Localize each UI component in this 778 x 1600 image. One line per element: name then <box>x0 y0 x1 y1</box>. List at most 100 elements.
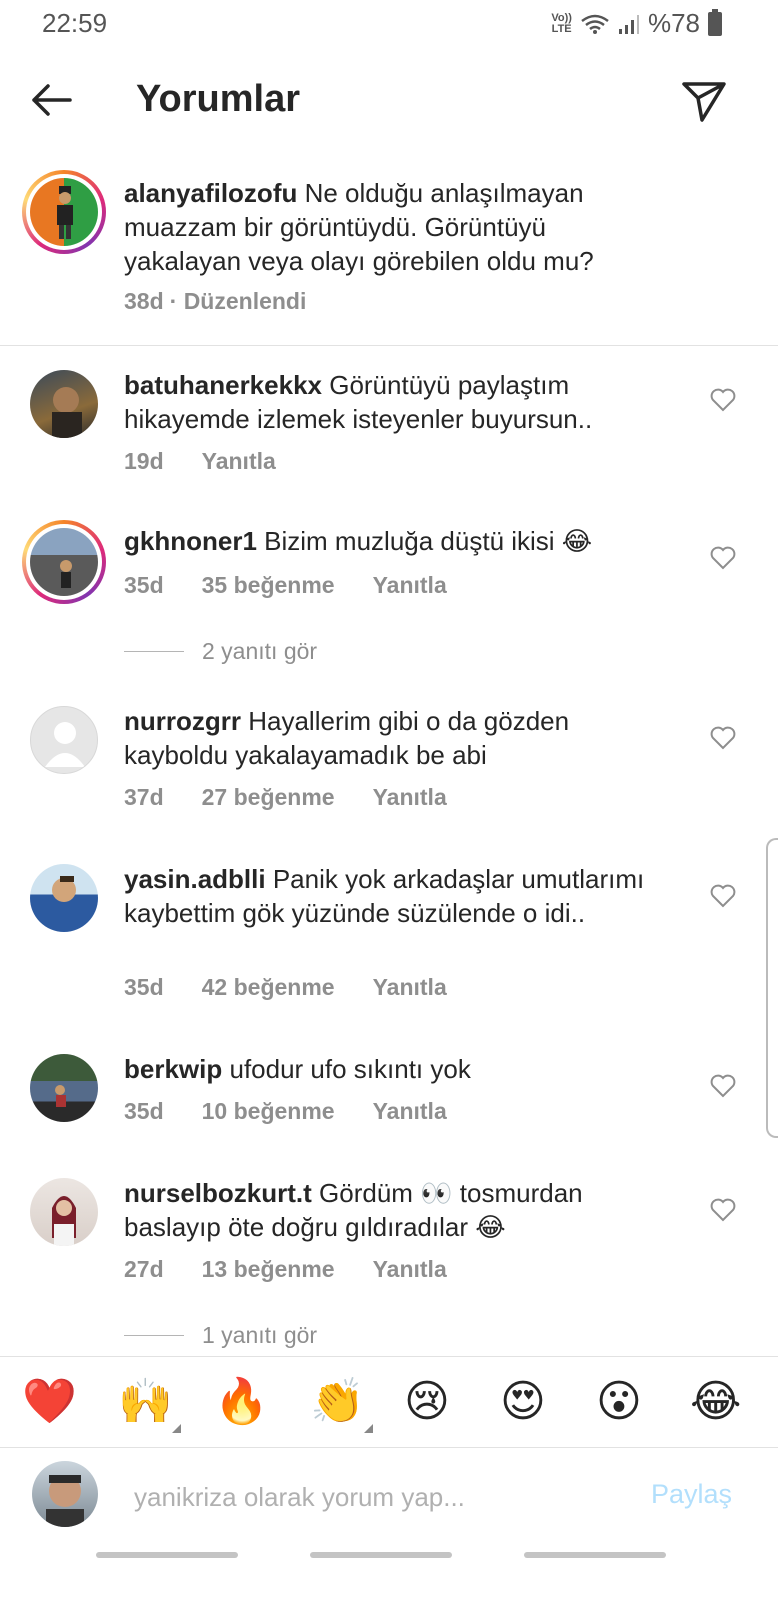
comment-body: Bizim muzluğa düştü ikisi 😂 <box>264 526 593 556</box>
nav-home-button[interactable] <box>310 1552 452 1558</box>
emoji-raised-hands-glyph: 🙌 <box>118 1376 173 1427</box>
battery-icon <box>708 8 722 36</box>
view-replies-button[interactable]: 2 yanıtı gör <box>124 638 317 665</box>
heart-icon[interactable] <box>710 1074 736 1098</box>
reply-button[interactable]: Yanıtla <box>373 572 447 599</box>
caption-edited: · Düzenlendi <box>169 288 307 314</box>
avatar[interactable] <box>30 370 98 438</box>
reply-button[interactable]: Yanıtla <box>373 1098 447 1125</box>
comment-text: berkwip ufodur ufo sıkıntı yok <box>124 1052 678 1086</box>
comment-text: yasin.adblli Panik yok arkadaşlar umutla… <box>124 862 678 930</box>
emoji-clapping[interactable]: 👏 <box>310 1376 373 1433</box>
divider-line <box>124 1335 184 1336</box>
comment-meta: 35d 10 beğenme Yanıtla <box>124 1098 447 1125</box>
like-count[interactable]: 42 beğenme <box>202 974 335 1001</box>
avatar[interactable] <box>30 1054 98 1122</box>
reply-button[interactable]: Yanıtla <box>373 784 447 811</box>
avatar-image <box>52 876 76 902</box>
like-count[interactable]: 10 beğenme <box>202 1098 335 1125</box>
comment-time: 35d <box>124 572 164 598</box>
comment-time: 35d <box>124 1098 164 1124</box>
avatar-image <box>57 186 73 239</box>
view-replies-label: 1 yanıtı gör <box>202 1322 318 1348</box>
comment-body: ufodur ufo sıkıntı yok <box>229 1054 471 1084</box>
post-caption: alanyafilozofu Ne olduğu anlaşılmayan mu… <box>0 170 778 346</box>
comment-text: gkhnoner1 Bizim muzluğa düştü ikisi 😂 <box>124 524 678 558</box>
emoji-quick-bar: ❤️ 🙌 🔥 👏 😢 😍 😮 😂 <box>0 1356 778 1448</box>
system-nav-bar <box>0 1550 778 1600</box>
avatar-image <box>60 560 72 588</box>
reply-button[interactable]: Yanıtla <box>202 448 276 475</box>
avatar-image <box>52 387 82 438</box>
wifi-icon <box>581 14 609 34</box>
paper-plane-icon[interactable] <box>680 76 728 124</box>
heart-icon[interactable] <box>710 388 736 412</box>
share-button[interactable]: Paylaş <box>651 1479 732 1510</box>
reply-button[interactable]: Yanıtla <box>373 1256 447 1283</box>
avatar-image <box>46 1475 84 1527</box>
comment-username[interactable]: nurrozgrr <box>124 706 241 736</box>
emoji-surprised[interactable]: 😮 <box>596 1377 642 1427</box>
skin-tone-indicator <box>171 1424 181 1433</box>
comment-username[interactable]: yasin.adblli <box>124 864 266 894</box>
comment-text: nurselbozkurt.t Gördüm 👀 tosmurdan basla… <box>124 1176 678 1244</box>
avatar[interactable] <box>22 520 106 604</box>
comment-time: 19d <box>124 448 164 474</box>
heart-icon[interactable] <box>710 546 736 570</box>
nav-back-button[interactable] <box>96 1552 238 1558</box>
view-replies-button[interactable]: 1 yanıtı gör <box>124 1322 317 1349</box>
emoji-raised-hands[interactable]: 🙌 <box>118 1376 181 1433</box>
comment-meta: 35d 42 beğenme Yanıtla <box>124 974 447 1001</box>
heart-icon[interactable] <box>710 1198 736 1222</box>
caption-username[interactable]: alanyafilozofu <box>124 178 297 208</box>
comment-meta: 37d 27 beğenme Yanıtla <box>124 784 447 811</box>
status-bar: 22:59 Vo)) LTE %78 <box>0 0 778 46</box>
comment-username[interactable]: berkwip <box>124 1054 222 1084</box>
nav-recents-button[interactable] <box>524 1552 666 1558</box>
caption-avatar[interactable] <box>22 170 106 254</box>
battery-percent: %78 <box>647 8 700 38</box>
caption-text: alanyafilozofu Ne olduğu anlaşılmayan mu… <box>124 176 658 278</box>
heart-icon[interactable] <box>710 884 736 908</box>
reply-button[interactable]: Yanıtla <box>373 974 447 1001</box>
like-count[interactable]: 35 beğenme <box>202 572 335 599</box>
comment-text: nurrozgrr Hayallerim gibi o da gözden ka… <box>124 704 678 772</box>
avatar[interactable] <box>30 1178 98 1246</box>
divider-line <box>124 651 184 652</box>
avatar-image <box>52 1196 76 1246</box>
back-arrow-icon[interactable] <box>26 78 76 122</box>
comment-time: 35d <box>124 974 164 1000</box>
scrollbar-handle[interactable] <box>766 838 778 1138</box>
emoji-clapping-glyph: 👏 <box>310 1376 365 1427</box>
skin-tone-indicator <box>363 1424 373 1433</box>
comment-username[interactable]: nurselbozkurt.t <box>124 1178 312 1208</box>
emoji-tears-of-joy[interactable]: 😂 <box>690 1377 741 1427</box>
comment-username[interactable]: batuhanerkekkx <box>124 370 322 400</box>
like-count[interactable]: 27 beğenme <box>202 784 335 811</box>
volte-icon: Vo)) LTE <box>551 11 572 35</box>
status-time: 22:59 <box>42 8 108 38</box>
my-avatar <box>32 1461 98 1527</box>
comment-composer: Paylaş <box>0 1449 778 1549</box>
emoji-crying[interactable]: 😢 <box>404 1377 450 1427</box>
status-icons: Vo)) LTE %78 <box>551 8 722 39</box>
comment-username[interactable]: gkhnoner1 <box>124 526 257 556</box>
comment-text: batuhanerkekkx Görüntüyü paylaştım hikay… <box>124 368 678 436</box>
comment-time: 37d <box>124 784 164 810</box>
comment-input[interactable] <box>134 1477 614 1517</box>
avatar-image <box>55 1085 66 1107</box>
default-avatar-icon <box>45 722 85 767</box>
emoji-fire[interactable]: 🔥 <box>214 1377 269 1427</box>
signal-icon <box>618 14 639 34</box>
emoji-heart[interactable]: ❤️ <box>22 1377 77 1427</box>
avatar[interactable] <box>30 864 98 932</box>
heart-icon[interactable] <box>710 726 736 750</box>
view-replies-label: 2 yanıtı gör <box>202 638 318 664</box>
comment-time: 27d <box>124 1256 164 1282</box>
like-count[interactable]: 13 beğenme <box>202 1256 335 1283</box>
emoji-heart-eyes[interactable]: 😍 <box>500 1377 546 1427</box>
avatar[interactable] <box>30 706 98 774</box>
comment-meta: 35d 35 beğenme Yanıtla <box>124 572 447 599</box>
caption-time: 38d <box>124 288 164 314</box>
page-title: Yorumlar <box>136 78 301 120</box>
